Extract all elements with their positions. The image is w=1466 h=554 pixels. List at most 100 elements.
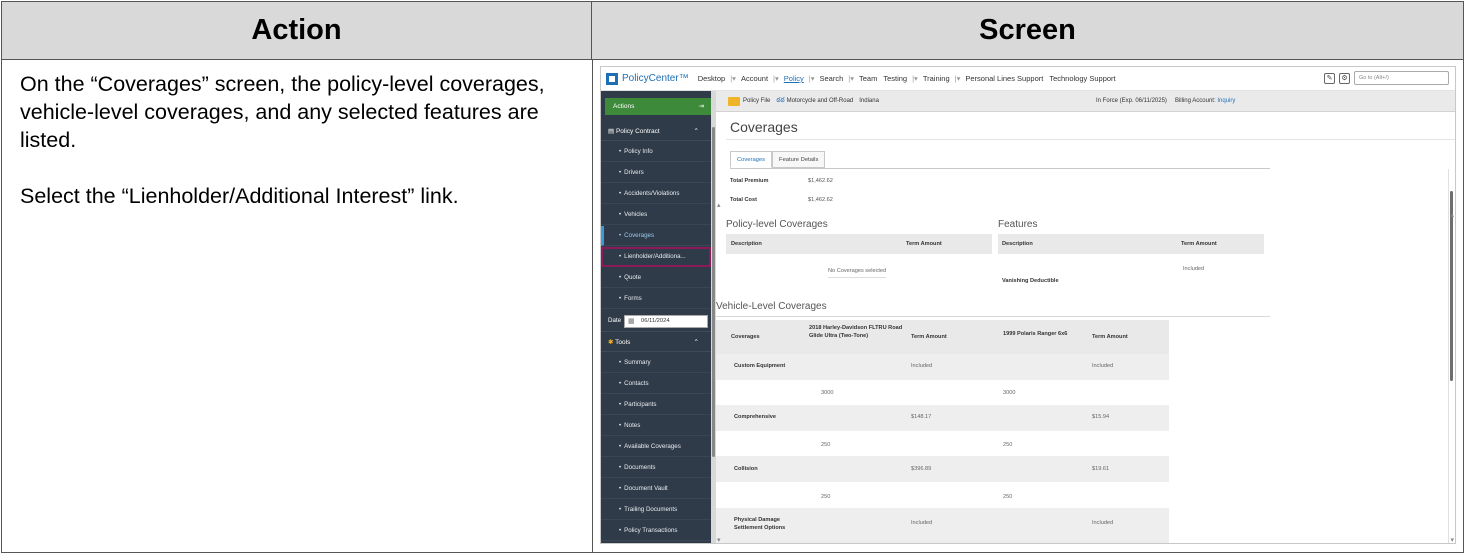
actions-button[interactable]: Actions ⇥ xyxy=(605,98,711,115)
expand-arrow-icon: ⇥ xyxy=(698,103,704,110)
left-sidebar: Actions ⇥ ▤ Policy Contract ⌃ Policy Inf… xyxy=(601,91,716,543)
vl-collision-v1-amount: $396.89 xyxy=(911,466,932,472)
billing-inquiry-link[interactable]: Inquiry xyxy=(1217,98,1235,104)
sidebar-item-forms[interactable]: Forms xyxy=(601,289,711,309)
vl-comprehensive-v1-amount: $148.17 xyxy=(911,414,932,420)
tab-coverages[interactable]: Coverages xyxy=(730,151,773,168)
tab-underline xyxy=(730,168,1270,169)
sidebar-item-drivers[interactable]: Drivers xyxy=(601,163,711,183)
policycenter-screenshot: PolicyCenter™ Desktop |▾ Account |▾ Policy… xyxy=(600,66,1456,544)
dropdown-icon[interactable]: |▾ xyxy=(728,74,738,83)
vl-comprehensive-v2-limit: 250 xyxy=(1003,442,1013,448)
nav-personal-lines-support[interactable]: Personal Lines Support xyxy=(962,74,1046,83)
billing-account-label: Billing Account: xyxy=(1174,98,1216,104)
vl-collision-v2-limit: 250 xyxy=(1003,494,1013,500)
pl-header-description: Description xyxy=(731,241,762,247)
total-premium-value: $1,462.62 xyxy=(808,178,833,184)
nav-policy[interactable]: Policy xyxy=(781,74,807,83)
sidebar-item-quote[interactable]: Quote xyxy=(601,268,711,288)
top-nav-bar: PolicyCenter™ Desktop |▾ Account |▾ Policy… xyxy=(601,67,1455,91)
chevron-up-icon: ⌃ xyxy=(693,339,699,346)
sidebar-item-contacts[interactable]: Contacts xyxy=(601,374,711,394)
nav-testing[interactable]: Testing xyxy=(880,74,910,83)
sidebar-item-vehicles[interactable]: Vehicles xyxy=(601,205,711,225)
gear-icon[interactable]: ⚙ xyxy=(1339,72,1350,84)
tools-group[interactable]: ✱ Tools ⌃ xyxy=(601,333,711,352)
line-of-business: Motorcycle and Off-Road xyxy=(786,98,854,104)
edit-icon[interactable]: ✎ xyxy=(1324,72,1335,84)
main-content: Policy File ఠఠ Motorcycle and Off-Road I… xyxy=(716,91,1455,543)
feat-header-description: Description xyxy=(1002,241,1033,247)
motorcycle-icon: ఠఠ xyxy=(776,96,785,104)
vl-header-term-amount-2: Term Amount xyxy=(1092,334,1128,340)
sidebar-item-documents[interactable]: Documents xyxy=(601,458,711,478)
nav-team[interactable]: Team xyxy=(856,74,880,83)
dropdown-icon[interactable]: |▾ xyxy=(807,74,817,83)
column-divider xyxy=(592,60,593,552)
features-header-row: Description Term Amount xyxy=(998,234,1264,254)
sidebar-item-policy-transactions[interactable]: Policy Transactions xyxy=(601,521,711,541)
sidebar-item-accidents-violations[interactable]: Accidents/Violations xyxy=(601,184,711,204)
policy-info-bar: Policy File ఠఠ Motorcycle and Off-Road I… xyxy=(716,91,1455,112)
policy-status: In Force (Exp. 06/11/2025) xyxy=(1096,98,1167,104)
vl-custom-equipment-v2-amount: Included xyxy=(1092,363,1114,369)
total-cost-label: Total Cost xyxy=(730,197,757,203)
actions-label: Actions xyxy=(613,103,635,110)
policy-contract-group[interactable]: ▤ Policy Contract ⌃ xyxy=(601,122,711,141)
tab-feature-details[interactable]: Feature Details xyxy=(772,151,826,168)
feat-header-term-amount: Term Amount xyxy=(1181,241,1217,247)
goto-input[interactable]: Go to (Alt+/) xyxy=(1354,71,1449,85)
sidebar-item-document-vault[interactable]: Document Vault xyxy=(601,479,711,499)
vl-collision-v1-limit: 250 xyxy=(821,494,831,500)
brand-name: PolicyCenter™ xyxy=(622,73,689,84)
pl-header-term-amount: Term Amount xyxy=(906,241,942,247)
vl-custom-equipment-v1-amount: Included xyxy=(911,363,933,369)
sidebar-item-notes[interactable]: Notes xyxy=(601,416,711,436)
pl-empty-message: No Coverages selected xyxy=(828,265,887,278)
collapse-arrow-icon[interactable]: ▾ xyxy=(717,536,721,543)
vl-row-physical-damage: Physical Damage Settlement Options xyxy=(734,517,786,531)
feature-vanishing-deductible-amount: Included xyxy=(1183,266,1205,272)
policycenter-logo-icon xyxy=(606,72,618,85)
nav-desktop[interactable]: Desktop xyxy=(695,74,729,83)
sidebar-item-policy-info[interactable]: Policy Info xyxy=(601,142,711,162)
sidebar-item-coverages[interactable]: Coverages xyxy=(601,226,711,246)
vl-row-comprehensive: Comprehensive xyxy=(734,414,776,420)
sidebar-item-trailing-documents[interactable]: Trailing Documents xyxy=(601,500,711,520)
tab-strip: Coverages Feature Details xyxy=(730,151,826,168)
policy-status-group: In Force (Exp. 06/11/2025) Billing Accou… xyxy=(1096,98,1235,104)
vl-physical-damage-v2-amount: Included xyxy=(1092,520,1114,526)
nav-account[interactable]: Account xyxy=(738,74,771,83)
page-title: Coverages xyxy=(730,119,798,135)
sidebar-item-participants[interactable]: Participants xyxy=(601,395,711,415)
dropdown-icon[interactable]: |▾ xyxy=(771,74,781,83)
dropdown-icon[interactable]: |▾ xyxy=(910,74,920,83)
app-logo[interactable]: PolicyCenter™ xyxy=(606,72,689,85)
scroll-down-icon[interactable]: ▾ xyxy=(1450,536,1454,543)
vl-header-vehicle-2: 1999 Polaris Ranger 6x6 xyxy=(1003,331,1068,337)
scroll-up-icon[interactable]: ▴ xyxy=(1450,211,1454,219)
dropdown-icon[interactable]: |▾ xyxy=(953,74,963,83)
collapse-arrow-icon[interactable]: ▴ xyxy=(717,201,721,209)
dropdown-icon[interactable]: |▾ xyxy=(846,74,856,83)
date-field[interactable]: 06/11/2024 xyxy=(624,315,708,328)
policy-file-label[interactable]: Policy File xyxy=(743,98,770,104)
features-title: Features xyxy=(998,219,1038,230)
sidebar-item-lienholder[interactable]: Lienholder/Additiona... xyxy=(601,247,711,267)
vl-header-term-amount-1: Term Amount xyxy=(911,334,947,340)
folder-icon xyxy=(728,96,740,106)
sidebar-scroll-thumb[interactable] xyxy=(712,127,715,457)
sidebar-item-summary[interactable]: Summary xyxy=(601,353,711,373)
main-scroll-thumb[interactable] xyxy=(1450,191,1453,381)
nav-training[interactable]: Training xyxy=(920,74,953,83)
nav-search[interactable]: Search xyxy=(817,74,847,83)
nav-technology-support[interactable]: Technology Support xyxy=(1046,74,1118,83)
vl-row-collision: Collision xyxy=(734,466,758,472)
screen-header: Screen xyxy=(592,2,1463,60)
sidebar-item-available-coverages[interactable]: Available Coverages xyxy=(601,437,711,457)
chevron-up-icon: ⌃ xyxy=(693,128,699,135)
vl-header-vehicle-1: 2018 Harley-Davidson FLTRU Road Glide Ul… xyxy=(809,325,903,339)
vl-row-custom-equipment: Custom Equipment xyxy=(734,363,786,369)
action-cell: On the “Coverages” screen, the policy-le… xyxy=(20,70,580,238)
policy-contract-label: Policy Contract xyxy=(615,128,660,135)
